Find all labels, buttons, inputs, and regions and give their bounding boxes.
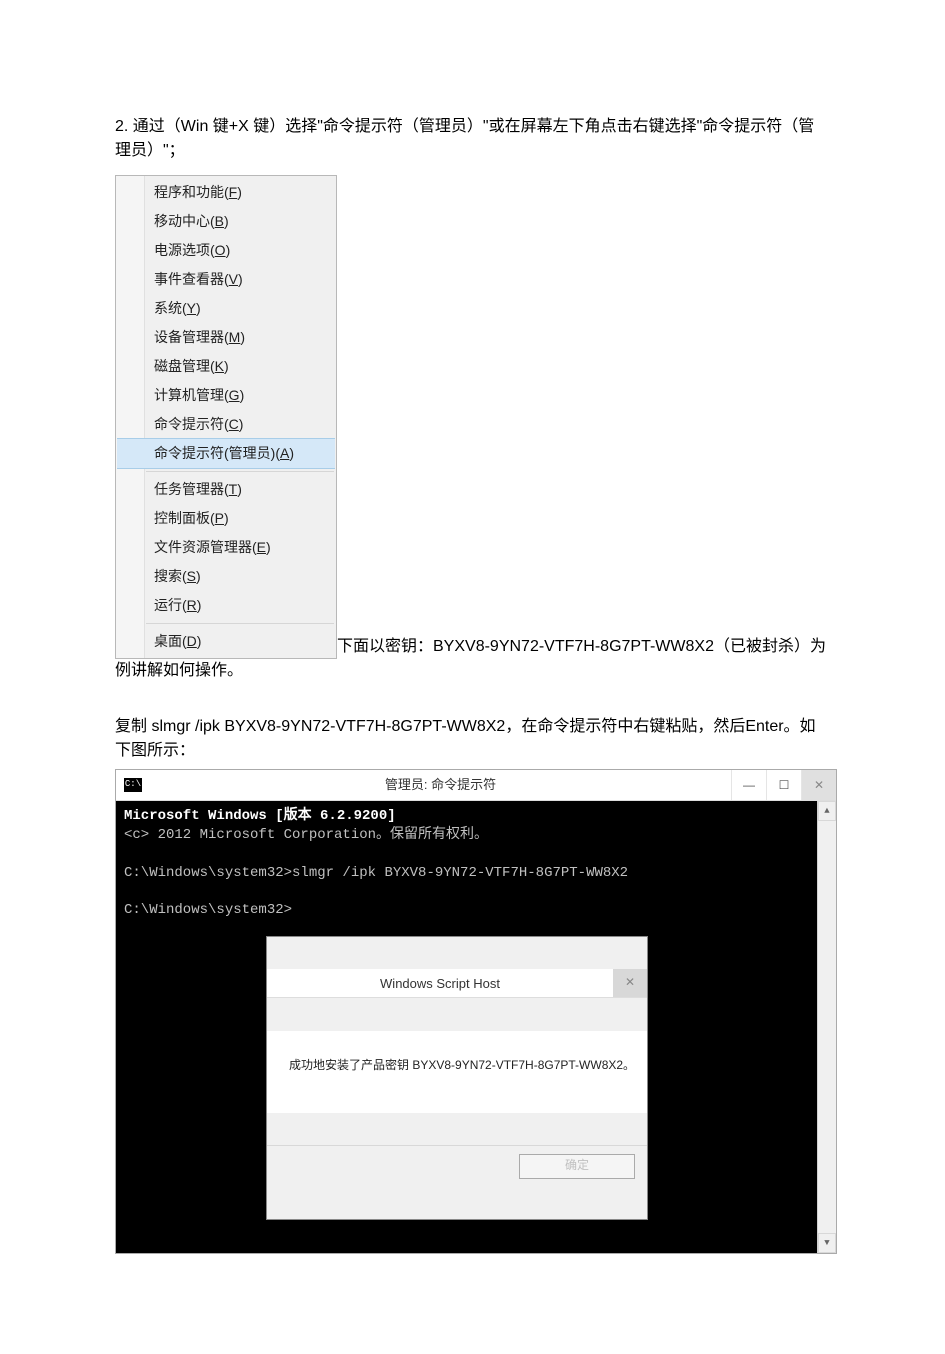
instruction-text: 复制 slmgr /ipk BYXV8-9YN72-VTF7H-8G7PT-WW… bbox=[115, 715, 830, 763]
menu-item[interactable]: 搜索(S) bbox=[116, 562, 336, 591]
scroll-up-icon[interactable]: ▲ bbox=[818, 801, 836, 821]
menu-separator bbox=[146, 623, 334, 624]
cmd-window: C:\ 管理员: 命令提示符 — ☐ ✕ Microsoft Windows [… bbox=[115, 769, 837, 1254]
menu-item[interactable]: 磁盘管理(K) bbox=[116, 352, 336, 381]
menu-item[interactable]: 事件查看器(V) bbox=[116, 265, 336, 294]
menu-item[interactable]: 控制面板(P) bbox=[116, 504, 336, 533]
menu-item[interactable]: 程序和功能(F) bbox=[116, 178, 336, 207]
cmd-titlebar: C:\ 管理员: 命令提示符 — ☐ ✕ bbox=[116, 770, 836, 801]
close-button[interactable]: ✕ bbox=[801, 770, 836, 800]
menu-item[interactable]: 桌面(D) bbox=[116, 627, 336, 656]
winx-context-menu: 程序和功能(F)移动中心(B)电源选项(O)事件查看器(V)系统(Y)设备管理器… bbox=[115, 175, 337, 659]
menu-item[interactable]: 命令提示符(C) bbox=[116, 410, 336, 439]
menu-item[interactable]: 命令提示符(管理员)(A) bbox=[117, 438, 335, 469]
menu-item[interactable]: 设备管理器(M) bbox=[116, 323, 336, 352]
step-text: 2. 通过（Win 键+X 键）选择"命令提示符（管理员）"或在屏幕左下角点击右… bbox=[115, 115, 830, 163]
minimize-button[interactable]: — bbox=[731, 770, 766, 800]
wsh-dialog-title: Windows Script Host bbox=[267, 975, 613, 993]
menu-item[interactable]: 计算机管理(G) bbox=[116, 381, 336, 410]
menu-item[interactable]: 任务管理器(T) bbox=[116, 475, 336, 504]
menu-item[interactable]: 文件资源管理器(E) bbox=[116, 533, 336, 562]
menu-item[interactable]: 电源选项(O) bbox=[116, 236, 336, 265]
menu-item[interactable]: 运行(R) bbox=[116, 591, 336, 620]
menu-item[interactable]: 移动中心(B) bbox=[116, 207, 336, 236]
scrollbar[interactable]: ▲ ▼ bbox=[817, 801, 836, 1253]
wsh-dialog: Windows Script Host ✕ 成功地安装了产品密钥 BYXV8-9… bbox=[266, 936, 648, 1220]
scroll-down-icon[interactable]: ▼ bbox=[818, 1233, 836, 1253]
wsh-ok-button[interactable]: 确定 bbox=[519, 1154, 635, 1178]
cmd-window-title: 管理员: 命令提示符 bbox=[150, 775, 731, 795]
menu-separator bbox=[146, 471, 334, 472]
cmd-output: Microsoft Windows [版本 6.2.9200] <c> 2012… bbox=[124, 807, 828, 920]
cmd-icon: C:\ bbox=[124, 778, 142, 792]
menu-item[interactable]: 系统(Y) bbox=[116, 294, 336, 323]
wsh-close-button[interactable]: ✕ bbox=[613, 969, 647, 997]
maximize-button[interactable]: ☐ bbox=[766, 770, 801, 800]
cmd-body: Microsoft Windows [版本 6.2.9200] <c> 2012… bbox=[116, 801, 836, 1253]
wsh-titlebar: Windows Script Host ✕ bbox=[267, 969, 647, 998]
wsh-dialog-message: 成功地安装了产品密钥 BYXV8-9YN72-VTF7H-8G7PT-WW8X2… bbox=[267, 1031, 647, 1113]
